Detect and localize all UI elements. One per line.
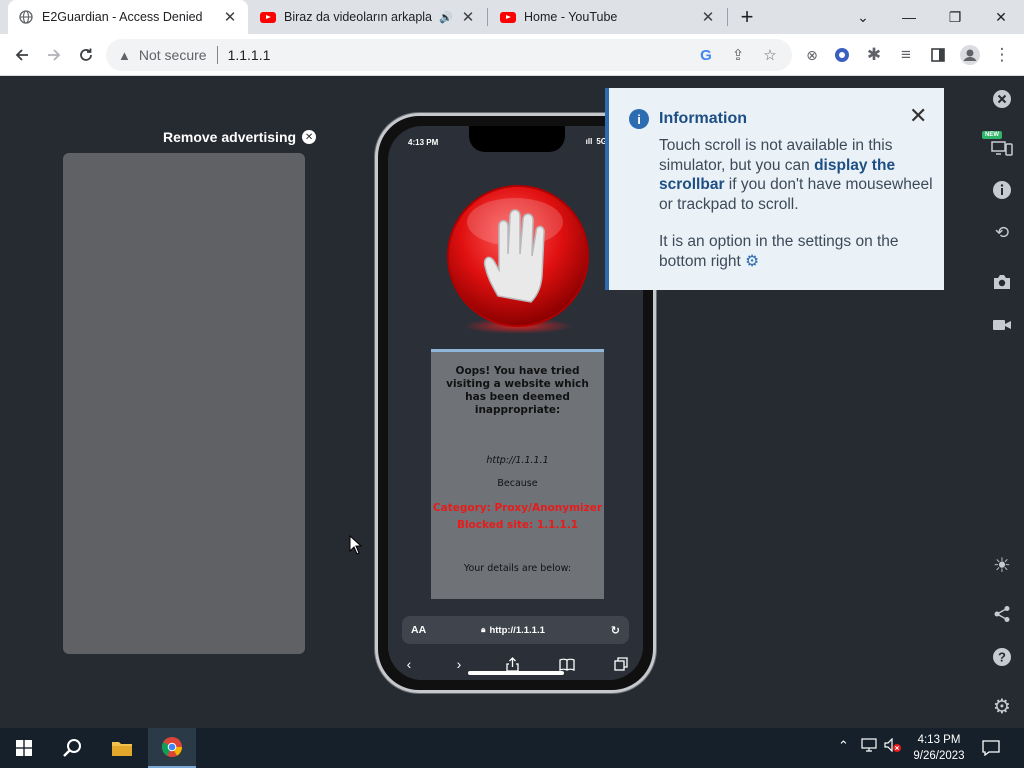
details-heading: Your details are below: (463, 563, 572, 574)
svg-text:?: ? (998, 650, 1006, 665)
safari-back-icon[interactable]: ‹ (397, 652, 421, 676)
info-icon: i (629, 109, 649, 129)
forward-arrow-icon[interactable] (38, 39, 70, 71)
browser-tab-strip: E2Guardian - Access Denied ✕ Biraz da vi… (0, 0, 1024, 34)
file-explorer-icon[interactable] (98, 728, 146, 768)
extensions-puzzle-icon[interactable]: ✱ (858, 39, 890, 71)
information-popup: i Information ✕ Touch scroll is not avai… (605, 88, 944, 290)
network-icon[interactable] (861, 738, 877, 755)
phone-notch (469, 126, 565, 152)
blocked-url: http://1.1.1.1 (486, 455, 549, 466)
profile-avatar-icon[interactable] (954, 39, 986, 71)
tab-label: E2Guardian - Access Denied (42, 10, 203, 24)
mouse-cursor-icon (349, 535, 363, 555)
share-icon[interactable]: ⇪ (722, 39, 754, 71)
tab-label: Biraz da videoların arkaplanı (284, 10, 432, 24)
reload-icon[interactable]: ↻ (611, 624, 620, 637)
signal-icon: ıll (585, 137, 593, 146)
side-panel-icon[interactable] (922, 39, 954, 71)
block-message: Oops! You have tried visiting a website … (446, 365, 589, 416)
share-nodes-icon[interactable] (988, 600, 1016, 628)
media-control-icon[interactable]: ≡ (890, 39, 922, 71)
popup-option-label: It is an option in the settings on the b… (659, 233, 899, 270)
remove-advertising-link[interactable]: Remove advertising ✕ (163, 129, 317, 145)
google-lens-icon[interactable]: G (690, 39, 722, 71)
close-window-button[interactable]: ✕ (978, 0, 1024, 34)
safari-tabs-icon[interactable] (609, 652, 633, 676)
tab-youtube-home[interactable]: Home - YouTube ✕ (490, 0, 726, 34)
info-circle-icon[interactable] (988, 176, 1016, 204)
close-simulator-icon[interactable] (988, 85, 1016, 113)
advertising-placeholder (63, 153, 305, 654)
reader-aa-button[interactable]: AA (411, 624, 426, 636)
stop-hand-icon (447, 185, 589, 334)
popup-option-text: It is an option in the settings on the b… (659, 232, 941, 271)
home-indicator (468, 671, 564, 675)
restore-button[interactable]: ❐ (932, 0, 978, 34)
new-tab-button[interactable]: + (724, 0, 770, 34)
tab-e2guardian[interactable]: E2Guardian - Access Denied ✕ (8, 0, 248, 34)
settings-gear-icon[interactable]: ⚙ (988, 692, 1016, 720)
back-arrow-icon[interactable] (6, 39, 38, 71)
security-label[interactable]: Not secure (139, 47, 207, 63)
extension-shield-icon[interactable] (826, 39, 858, 71)
video-camera-icon[interactable] (988, 311, 1016, 339)
browser-toolbar: ▲ Not secure 1.1.1.1 G ⇪ ☆ ⊗ ✱ ≡ ⋮ (0, 34, 1024, 76)
chevron-up-icon[interactable]: ⌃ (838, 738, 849, 754)
tab-close-icon[interactable]: ✕ (700, 9, 716, 26)
camera-icon[interactable] (988, 268, 1016, 296)
minimize-button[interactable]: — (886, 0, 932, 34)
speaker-icon[interactable]: 🔊 (438, 9, 454, 25)
lock-icon: 🔒︎ (481, 625, 486, 634)
gear-icon: ⚙ (745, 252, 760, 270)
tab-search-chevron-down-icon[interactable]: ⌄ (840, 0, 886, 34)
popup-close-icon[interactable]: ✕ (909, 103, 927, 129)
url-text[interactable]: 1.1.1.1 (228, 47, 271, 63)
safari-address-bar[interactable]: AA 🔒︎ http://1.1.1.1 ↻ (402, 616, 629, 644)
search-icon[interactable] (48, 728, 96, 768)
windows-taskbar: ⌃ 4:13 PM 9/26/2023 (0, 728, 1024, 768)
blocked-site: Blocked site: 1.1.1.1 (456, 519, 579, 531)
because-label: Because (497, 478, 538, 489)
block-category: Category: Proxy/Anonymizer (432, 502, 603, 514)
tab-close-icon[interactable]: ✕ (222, 9, 238, 26)
youtube-icon (260, 9, 276, 25)
notification-center-icon[interactable] (968, 728, 1014, 768)
safari-bottom-bar: AA 🔒︎ http://1.1.1.1 ↻ ‹ › (388, 608, 643, 680)
bookmark-star-icon[interactable]: ☆ (754, 39, 786, 71)
globe-icon (18, 9, 34, 25)
extension-blocker-icon[interactable]: ⊗ (796, 39, 828, 71)
youtube-icon (500, 9, 516, 25)
remove-advertising-label[interactable]: Remove advertising (163, 129, 296, 145)
popup-title: Information (659, 110, 747, 127)
reload-icon[interactable] (70, 39, 102, 71)
phone-clock: 4:13 PM (408, 138, 439, 147)
device-switch-icon[interactable] (988, 134, 1016, 162)
help-icon[interactable]: ? (988, 643, 1016, 671)
windows-start-icon[interactable] (0, 728, 48, 768)
simulator-page: Remove advertising ✕ 4:13 PM ıll 5G Oops… (0, 77, 1024, 728)
chrome-taskbar-icon[interactable] (148, 728, 196, 768)
blocked-page-content: Oops! You have tried visiting a website … (431, 349, 604, 599)
menu-kebab-icon[interactable]: ⋮ (986, 39, 1018, 71)
warning-triangle-icon[interactable]: ▲ (118, 48, 131, 63)
tab-youtube-video[interactable]: Biraz da videoların arkaplanı 🔊 ✕ (250, 0, 486, 34)
safari-url-text: http://1.1.1.1 (489, 624, 545, 636)
popup-text: Touch scroll is not available in this si… (659, 136, 941, 214)
tab-label: Home - YouTube (524, 10, 618, 24)
rotate-icon[interactable]: ⟲ (988, 219, 1016, 247)
close-circle-icon[interactable]: ✕ (302, 130, 317, 144)
brightness-icon[interactable]: ☀ (988, 551, 1016, 579)
safari-url[interactable]: 🔒︎ http://1.1.1.1 (481, 625, 545, 636)
tab-close-icon[interactable]: ✕ (460, 9, 476, 26)
